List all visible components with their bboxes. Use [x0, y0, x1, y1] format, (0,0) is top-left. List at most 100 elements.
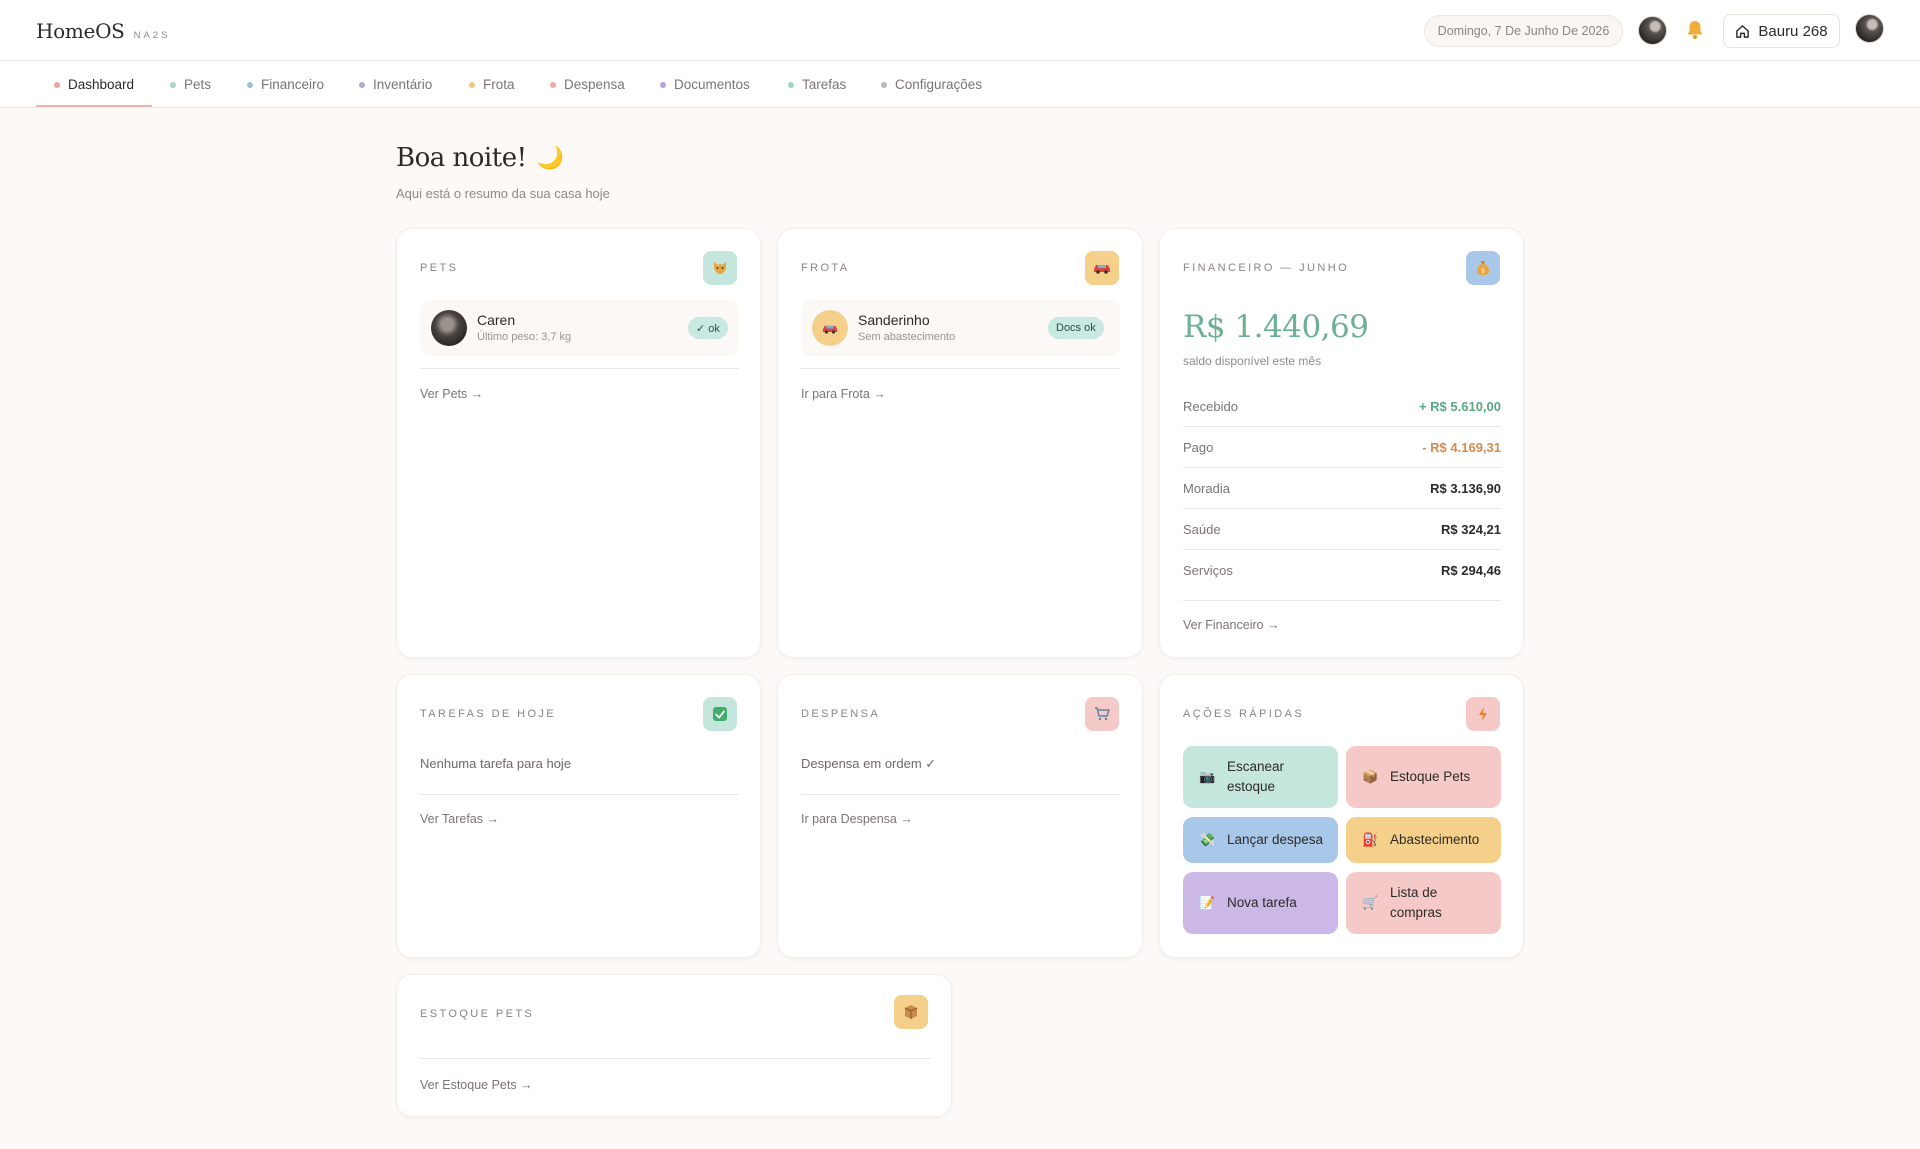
nav-item-configuracoes[interactable]: Configurações [881, 61, 982, 108]
dot-icon [170, 81, 176, 88]
main-nav: Dashboard Pets Financeiro Inventário Fro… [0, 61, 1920, 108]
pets-link[interactable]: Ver Pets → [420, 387, 483, 401]
dot-icon [550, 81, 556, 88]
finance-row-value: R$ 294,46 [1441, 563, 1501, 578]
svg-text:$: $ [1481, 268, 1485, 275]
top-bar: HomeOS NA2S Domingo, 7 De Junho De 2026 … [0, 0, 1920, 61]
nav-label: Documentos [674, 77, 750, 92]
nav-item-despensa[interactable]: Despensa [550, 61, 625, 108]
divider [801, 794, 1120, 795]
finance-row-label: Saúde [1183, 521, 1221, 537]
dot-icon [469, 81, 475, 88]
acoes-rapidas-card: AÇÕES RÁPIDAS 📷 Escanear estoque 📦 Estoq… [1159, 674, 1524, 958]
package-icon: 📦 [1362, 768, 1379, 784]
dot-icon [788, 81, 794, 88]
pet-row[interactable]: Caren Último peso: 3,7 kg ✓ ok [420, 300, 739, 356]
active-tab-indicator [36, 105, 152, 107]
profile-avatar[interactable] [1855, 14, 1884, 43]
divider [801, 368, 1120, 369]
despensa-card: DESPENSA Despensa em ordem ✓ Ir para Des… [777, 674, 1143, 958]
card-label: ESTOQUE PETS [420, 1008, 535, 1020]
card-label: FROTA [801, 262, 850, 274]
date-pill: Domingo, 7 De Junho De 2026 [1424, 15, 1623, 47]
balance-caption: saldo disponível este mês [1183, 354, 1322, 368]
shopping-list-button[interactable]: 🛒 Lista de compras [1346, 872, 1501, 934]
status-badge: Docs ok [1048, 317, 1104, 339]
balance-amount: R$ 1.440,69 [1183, 309, 1369, 345]
memo-icon: 📝 [1199, 894, 1216, 910]
card-label: TAREFAS DE HOJE [420, 708, 557, 720]
pets-card: PETS Caren Último peso: 3,7 kg ✓ ok Ver … [396, 228, 761, 658]
estoque-pets-link[interactable]: Ver Estoque Pets → [420, 1078, 533, 1092]
new-task-button[interactable]: 📝 Nova tarefa [1183, 872, 1338, 934]
cart-icon: 🛒 [1362, 894, 1379, 910]
finance-row-label: Recebido [1183, 398, 1238, 414]
tarefas-link[interactable]: Ver Tarefas → [420, 812, 499, 826]
despensa-link[interactable]: Ir para Despensa → [801, 812, 913, 826]
user-avatar[interactable] [1638, 16, 1667, 45]
quick-action-label: Escanear estoque [1227, 759, 1285, 794]
home-selector-button[interactable]: Bauru 268 [1723, 14, 1840, 48]
scan-stock-button[interactable]: 📷 Escanear estoque [1183, 746, 1338, 808]
card-label: AÇÕES RÁPIDAS [1183, 708, 1305, 720]
nav-item-inventario[interactable]: Inventário [359, 61, 432, 108]
add-expense-button[interactable]: 💸 Lançar despesa [1183, 817, 1338, 863]
pet-name: Caren [477, 312, 516, 328]
nav-item-documentos[interactable]: Documentos [660, 61, 750, 108]
empty-state: Nenhuma tarefa para hoje [420, 756, 572, 771]
frota-link[interactable]: Ir para Frota → [801, 387, 886, 401]
lightning-icon [1466, 697, 1500, 731]
quick-action-label: Lançar despesa [1227, 832, 1324, 848]
dot-icon [881, 81, 887, 88]
brand[interactable]: HomeOS NA2S [36, 19, 170, 43]
notification-bell-icon[interactable] [1684, 18, 1706, 42]
fuel-button[interactable]: ⛽ Abastecimento [1346, 817, 1501, 863]
vehicle-status: Sem abastecimento [858, 331, 956, 343]
pet-stock-button[interactable]: 📦 Estoque Pets [1346, 746, 1501, 808]
divider [420, 794, 739, 795]
vehicle-row[interactable]: Sanderinho Sem abastecimento Docs ok [801, 300, 1120, 356]
quick-action-label: Lista de compras [1390, 885, 1442, 920]
nav-label: Despensa [564, 77, 625, 92]
app-title: HomeOS [36, 19, 125, 43]
car-icon [812, 310, 848, 346]
app-subtitle: NA2S [133, 30, 171, 41]
nav-item-dashboard[interactable]: Dashboard [54, 61, 134, 108]
divider [420, 368, 739, 369]
package-icon [894, 995, 928, 1029]
vehicle-name: Sanderinho [858, 312, 930, 328]
nav-item-frota[interactable]: Frota [469, 61, 515, 108]
nav-label: Financeiro [261, 77, 325, 92]
finance-row-label: Moradia [1183, 480, 1230, 496]
divider [420, 1058, 931, 1059]
pet-weight: Último peso: 3,7 kg [477, 331, 572, 343]
card-label: FINANCEIRO — JUNHO [1183, 262, 1350, 274]
nav-label: Configurações [895, 77, 983, 92]
estoque-pets-card: ESTOQUE PETS Ver Estoque Pets → [396, 974, 952, 1117]
pet-avatar [431, 310, 467, 346]
check-icon [703, 697, 737, 731]
dot-icon [247, 81, 253, 88]
money-icon: 💸 [1199, 831, 1216, 847]
finance-row-value: R$ 3.136,90 [1430, 480, 1501, 496]
nav-item-financeiro[interactable]: Financeiro [247, 61, 324, 108]
finance-row: Recebido + R$ 5.610,00 [1183, 386, 1501, 427]
greeting-subtitle: Aqui está o resumo da sua casa hoje [396, 186, 610, 201]
finance-row: Serviços R$ 294,46 [1183, 550, 1501, 591]
nav-item-pets[interactable]: Pets [170, 61, 211, 108]
tarefas-card: TAREFAS DE HOJE Nenhuma tarefa para hoje… [396, 674, 761, 958]
nav-label: Inventário [373, 77, 433, 92]
card-label: PETS [420, 262, 459, 274]
financeiro-link[interactable]: Ver Financeiro → [1183, 618, 1280, 632]
nav-item-tarefas[interactable]: Tarefas [788, 61, 846, 108]
finance-row-label: Serviços [1183, 563, 1233, 578]
finance-row-value: R$ 324,21 [1441, 521, 1501, 537]
finance-row-value: - R$ 4.169,31 [1422, 439, 1501, 455]
finance-row-label: Pago [1183, 439, 1214, 455]
finance-row-value: + R$ 5.610,00 [1418, 398, 1501, 414]
financeiro-card: FINANCEIRO — JUNHO $ R$ 1.440,69 saldo d… [1159, 228, 1524, 658]
cat-icon [703, 251, 737, 285]
car-icon [1085, 251, 1119, 285]
greeting: Boa noite! 🌙 [396, 143, 564, 173]
home-selector-label: Bauru 268 [1758, 22, 1828, 40]
